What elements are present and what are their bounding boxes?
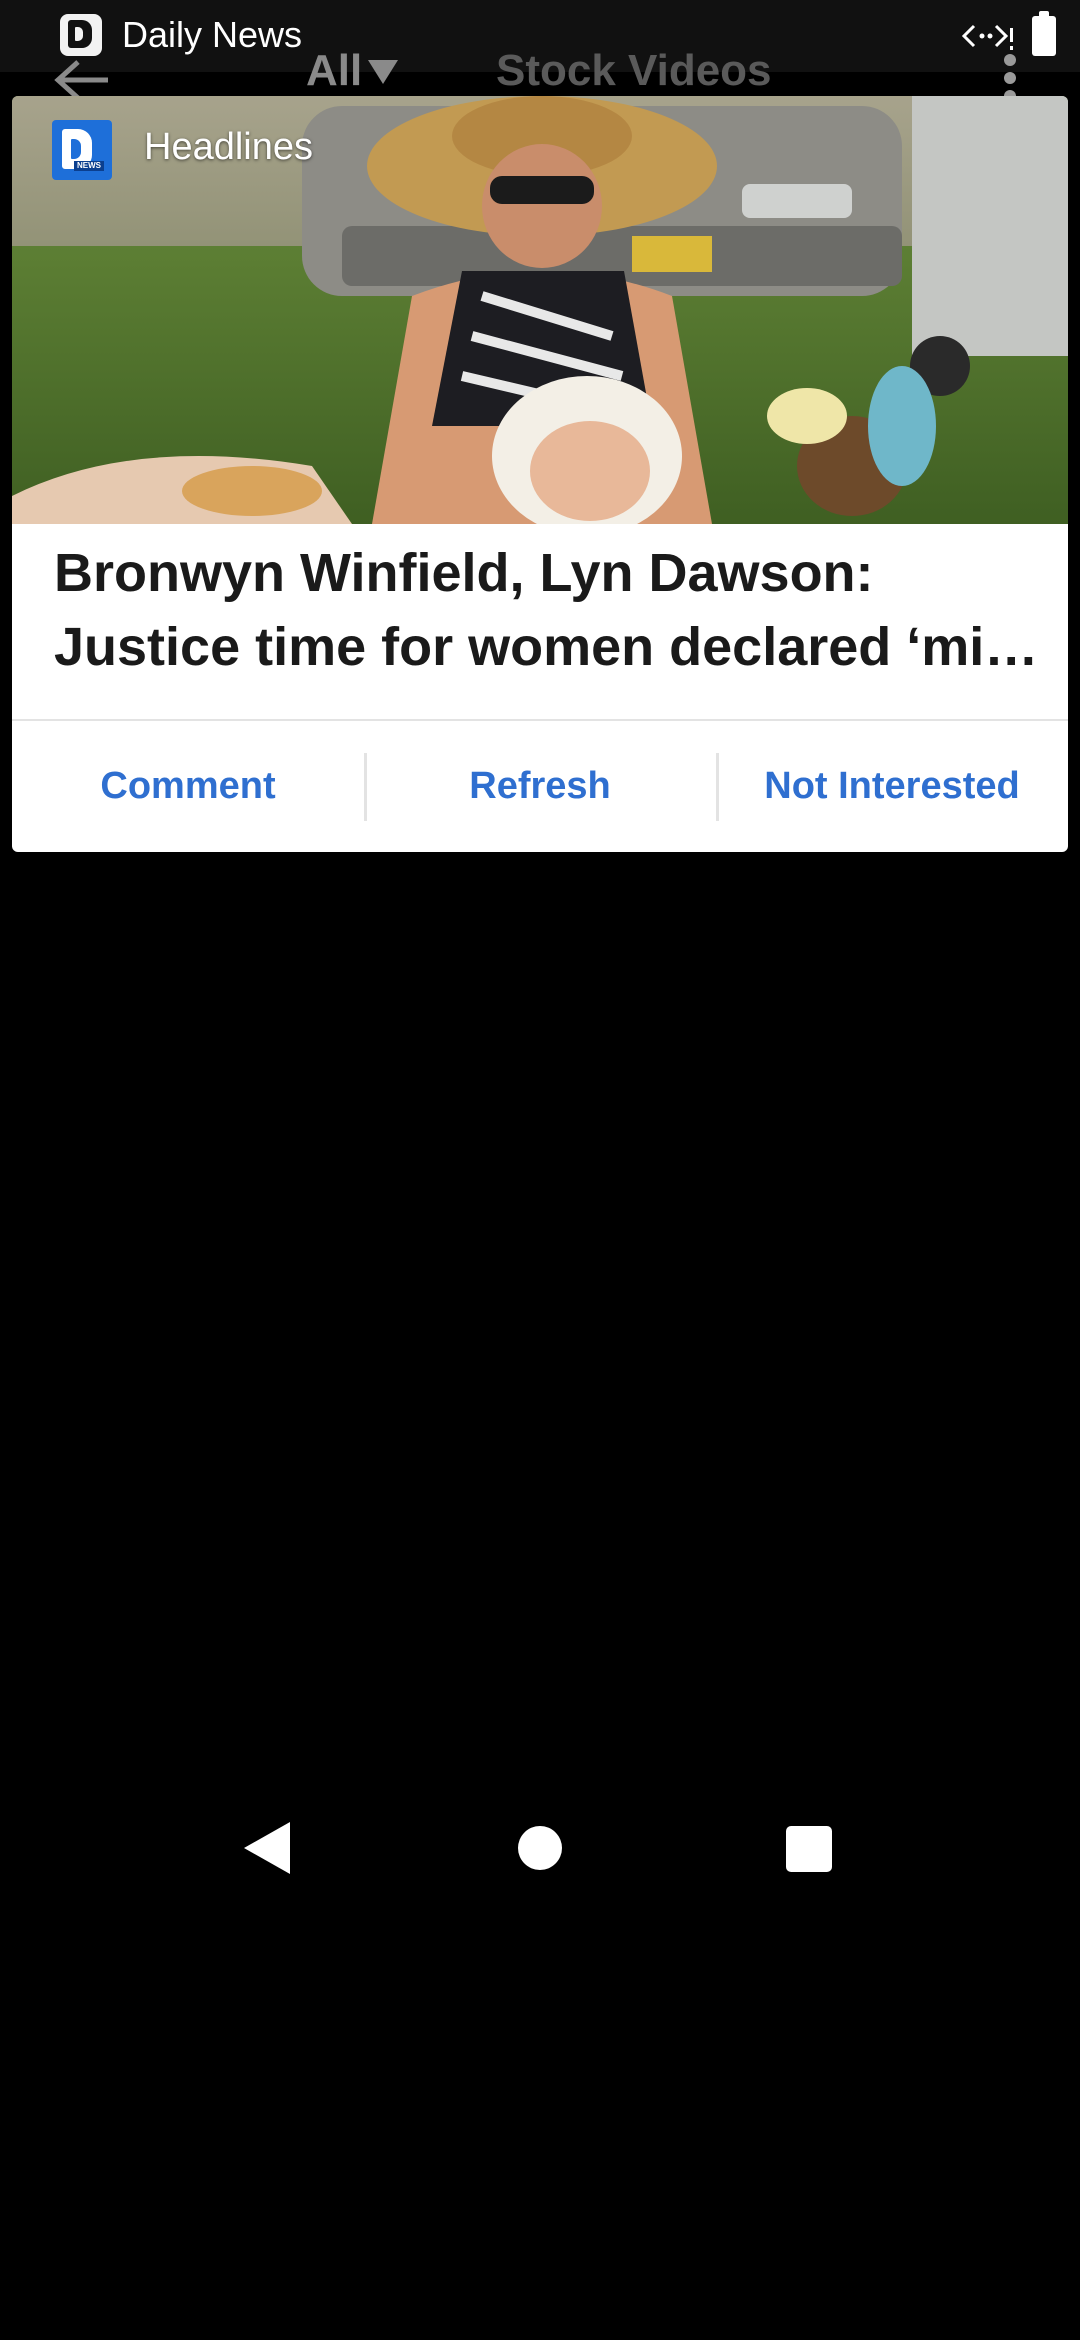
nav-back-icon[interactable] (244, 1822, 290, 1874)
headline-line-1: Bronwyn Winfield, Lyn Dawson: (54, 543, 874, 603)
article-headline[interactable]: Bronwyn Winfield, Lyn Dawson: Justice ti… (54, 536, 1044, 684)
nav-recents-icon[interactable] (786, 1826, 832, 1872)
daily-news-logo: NEWS (52, 120, 112, 180)
system-nav-bar (0, 1800, 1080, 1900)
news-card[interactable]: NEWS Headlines Bronwyn Winfield, Lyn Daw… (12, 96, 1068, 852)
article-image[interactable]: NEWS Headlines (12, 96, 1068, 524)
caret-down-icon[interactable] (368, 60, 398, 84)
not-interested-button[interactable]: Not Interested (716, 721, 1068, 852)
nav-home-icon[interactable] (518, 1826, 562, 1870)
tab-stock-videos[interactable]: Stock Videos (496, 46, 772, 96)
card-actions: Comment Refresh Not Interested (12, 721, 1068, 852)
headline-line-2: Justice time for women declared ‘mi… (54, 617, 1039, 677)
refresh-button[interactable]: Refresh (364, 721, 716, 852)
comment-button[interactable]: Comment (12, 721, 364, 852)
app-bar: All Stock Videos (0, 40, 1080, 102)
source-badge: NEWS Headlines (12, 96, 1068, 196)
filter-dropdown-label[interactable]: All (306, 46, 362, 96)
source-name: Headlines (144, 126, 313, 168)
